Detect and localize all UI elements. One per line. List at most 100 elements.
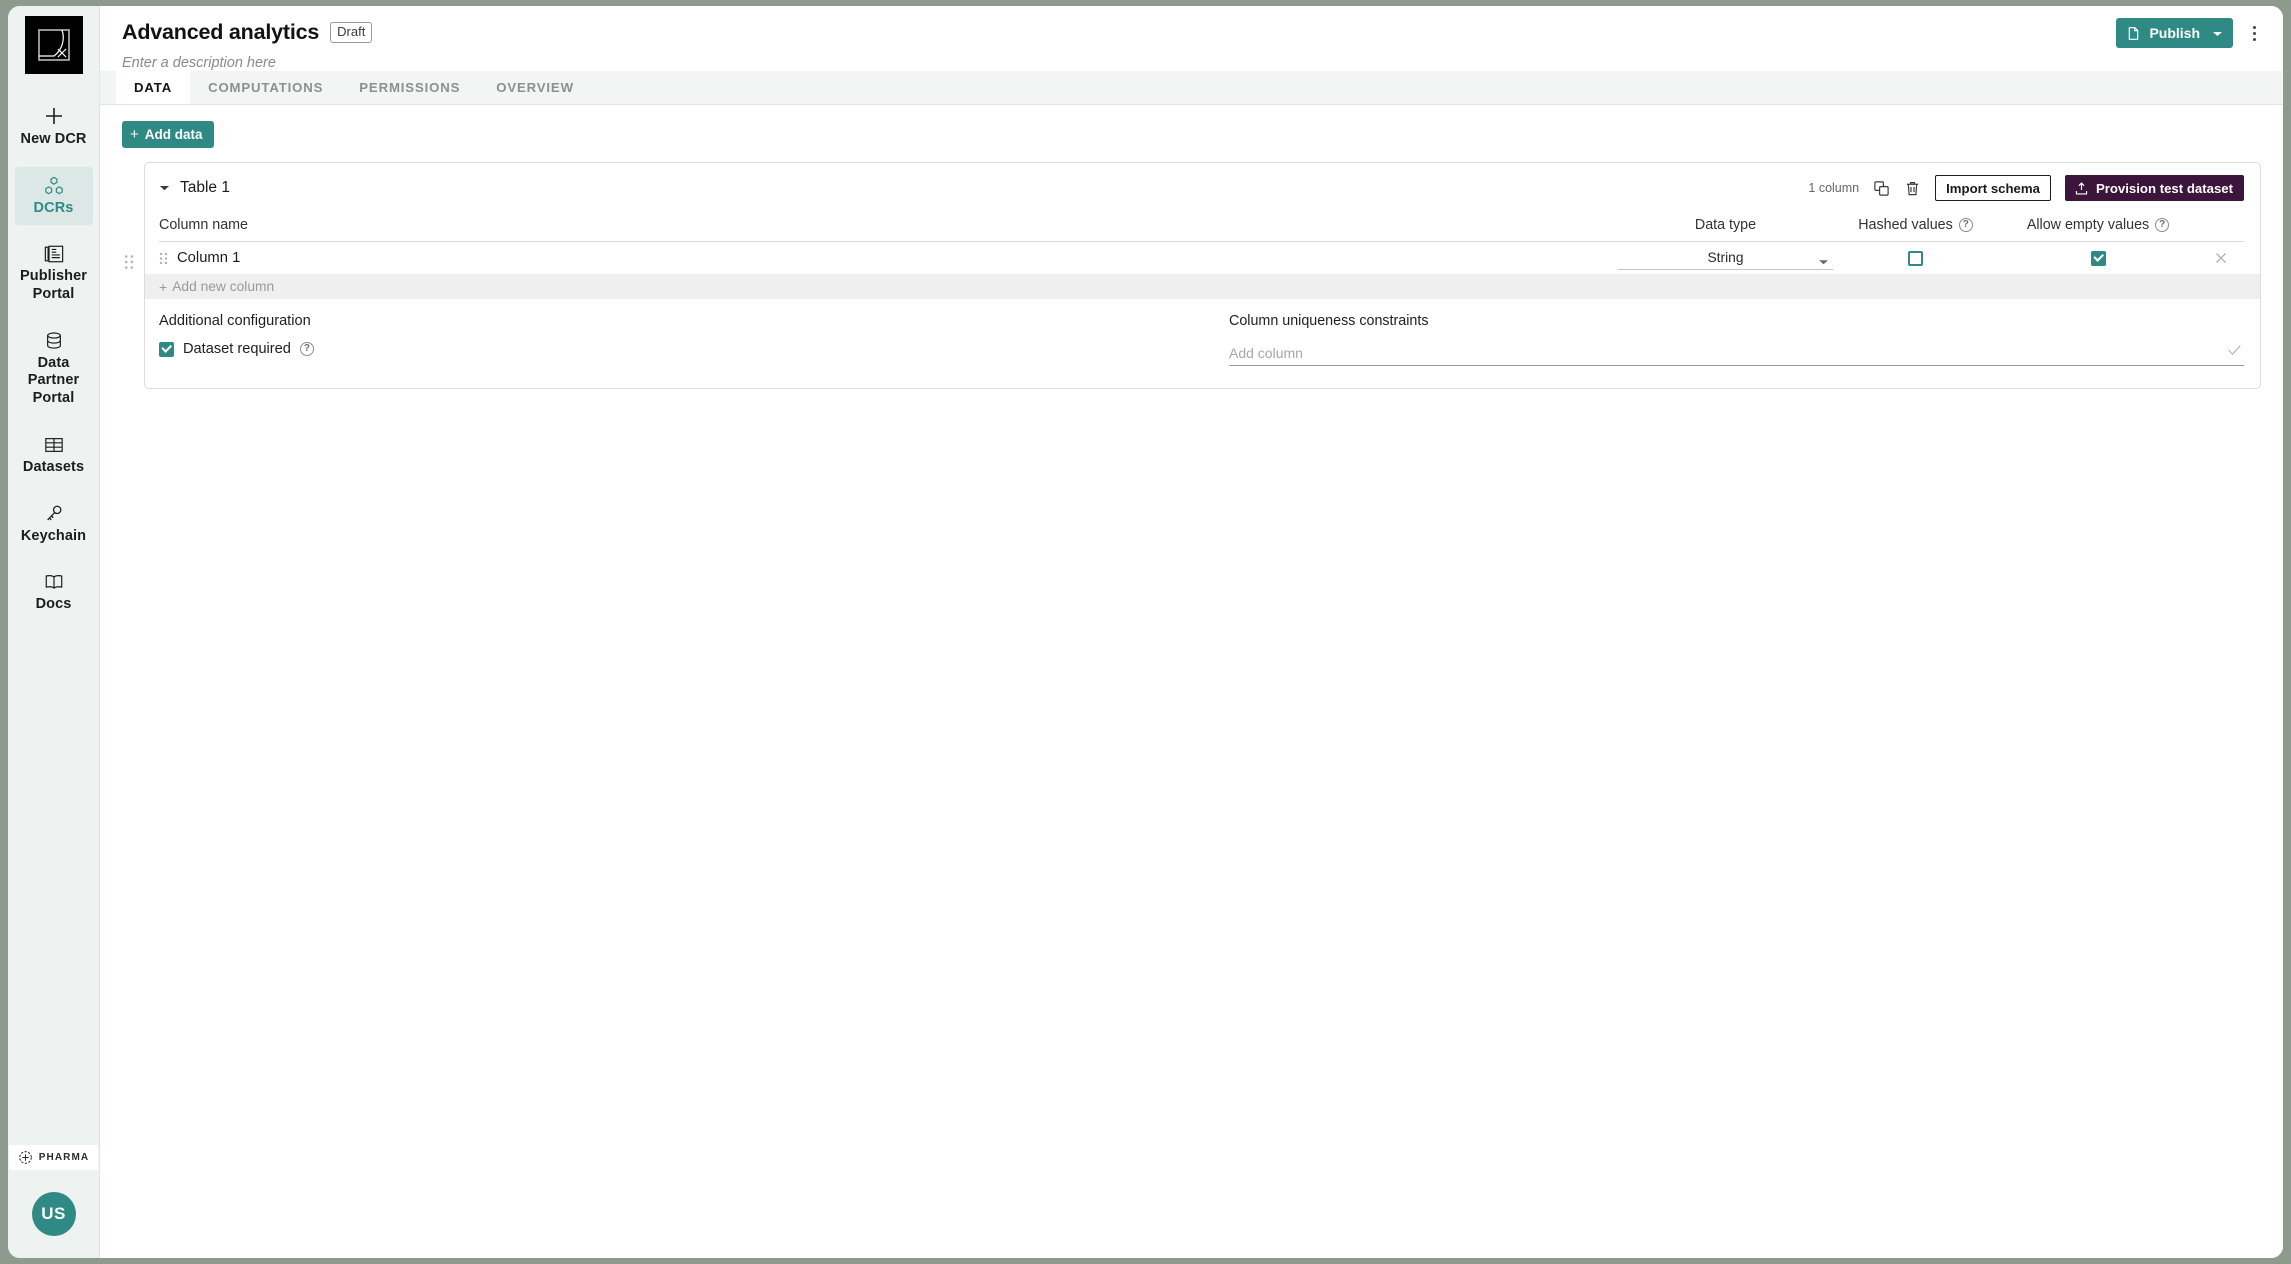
hashed-values-checkbox[interactable]	[1908, 250, 1923, 266]
table-name[interactable]: Table 1	[180, 179, 230, 197]
sidebar-item-datasets[interactable]: Datasets	[15, 426, 93, 485]
drag-handle-icon	[124, 255, 134, 269]
add-data-button-label: Add data	[144, 127, 203, 142]
sidebar-item-label: DCRs	[33, 199, 74, 216]
data-tab-content: + Add data Table 1 1 column Import schem…	[100, 105, 2283, 1258]
sidebar-item-label: Publisher Portal	[20, 268, 87, 303]
additional-configuration-section: Additional configuration Dataset require…	[145, 299, 2260, 388]
chevron-down-icon	[2212, 25, 2223, 41]
header-hashed-values-label: Hashed values	[1858, 217, 1953, 233]
plus-icon: +	[159, 278, 168, 295]
sidebar-item-docs[interactable]: Docs	[15, 563, 93, 622]
sidebar-item-new-dcr[interactable]: New DCR	[15, 96, 93, 157]
more-options-button[interactable]	[2243, 19, 2265, 47]
kebab-dot	[2252, 37, 2256, 41]
publish-button-label: Publish	[2149, 25, 2200, 41]
book-icon	[43, 572, 65, 592]
main-area: Advanced analytics Draft Enter a descrip…	[100, 6, 2283, 1258]
add-new-column-button[interactable]: + Add new column	[145, 274, 2260, 299]
sidebar-item-label: Datasets	[22, 458, 85, 475]
avatar-initials: US	[41, 1204, 66, 1223]
delete-column-button[interactable]	[2198, 251, 2244, 265]
database-icon	[43, 331, 65, 351]
org-badge: PHARMA	[8, 1145, 99, 1170]
drag-handle-icon[interactable]	[159, 252, 168, 265]
table-card-header: Table 1 1 column Import schema Provision…	[145, 175, 2260, 201]
close-x-icon	[2216, 253, 2226, 263]
sidebar-item-publisher-portal[interactable]: Publisher Portal	[15, 235, 93, 311]
add-data-button[interactable]: + Add data	[122, 121, 214, 148]
table-card-actions: 1 column Import schema Provision test da…	[1808, 175, 2244, 201]
check-icon	[2228, 345, 2241, 356]
kebab-dot	[2252, 25, 2256, 29]
publish-button[interactable]: Publish	[2116, 18, 2233, 48]
data-type-select[interactable]: String	[1618, 246, 1833, 270]
tab-bar: DATA COMPUTATIONS PERMISSIONS OVERVIEW	[100, 70, 2283, 105]
sidebar-item-dcrs[interactable]: DCRs	[14, 166, 93, 226]
app-logo[interactable]	[24, 16, 83, 74]
provision-test-dataset-button[interactable]: Provision test dataset	[2064, 175, 2244, 201]
data-type-value: String	[1707, 250, 1744, 265]
table-grid-icon	[43, 435, 65, 455]
table-drag-handle[interactable]	[124, 254, 134, 275]
plus-icon: +	[130, 126, 139, 143]
add-column-input[interactable]	[1229, 345, 2244, 361]
kebab-dot	[2252, 31, 2256, 35]
sidebar-item-label: Docs	[35, 596, 72, 613]
sidebar-item-keychain[interactable]: Keychain	[15, 495, 93, 554]
delete-table-button[interactable]	[1904, 180, 1921, 197]
provision-button-label: Provision test dataset	[2095, 180, 2233, 196]
header-data-type: Data type	[1694, 217, 1757, 233]
column-uniqueness-section: Column uniqueness constraints	[1229, 313, 2244, 366]
help-circle-icon[interactable]: ?	[299, 342, 314, 356]
sidebar-footer: PHARMA US	[8, 1145, 99, 1236]
sidebar-item-data-partner-portal[interactable]: Data Partner Portal	[15, 322, 93, 416]
key-icon	[43, 504, 65, 524]
help-circle-icon[interactable]: ?	[1958, 218, 1973, 232]
status-badge: Draft	[330, 22, 373, 43]
page-title[interactable]: Advanced analytics	[122, 20, 319, 45]
add-new-column-label: Add new column	[172, 279, 275, 294]
tab-overview[interactable]: OVERVIEW	[478, 70, 592, 104]
sidebar-item-label: New DCR	[20, 131, 87, 147]
decentriq-logo-icon	[37, 29, 70, 61]
header-actions: Publish	[2116, 18, 2265, 48]
cubes-icon	[43, 176, 65, 196]
column-uniqueness-field	[1229, 341, 2244, 366]
allow-empty-values-checkbox[interactable]	[2090, 250, 2106, 266]
header-allow-empty-values: Allow empty values ?	[1998, 217, 2198, 233]
help-circle-icon[interactable]: ?	[2155, 218, 2170, 232]
table-card: Table 1 1 column Import schema Provision…	[144, 162, 2261, 389]
avatar[interactable]: US	[31, 1192, 76, 1236]
caret-down-icon[interactable]	[159, 184, 170, 192]
column-count-label: 1 column	[1808, 181, 1860, 195]
copy-icon	[1874, 180, 1889, 196]
schema-header-row: Column name Data type Hashed values ? Al…	[159, 217, 2244, 242]
plus-icon	[43, 105, 65, 127]
tab-computations[interactable]: COMPUTATIONS	[190, 70, 341, 104]
additional-configuration-left: Additional configuration Dataset require…	[159, 313, 1229, 366]
hashed-values-cell	[1833, 250, 1998, 266]
dataset-required-row: Dataset required ?	[159, 341, 1229, 357]
medical-cross-icon	[18, 1151, 32, 1164]
duplicate-table-button[interactable]	[1873, 180, 1890, 197]
sidebar-item-label: Keychain	[20, 527, 87, 544]
newspaper-icon	[43, 244, 65, 264]
row-column-name-cell: Column 1	[159, 250, 1618, 266]
sidebar-nav: New DCR DCRs Publisher Portal Data Partn…	[8, 96, 99, 632]
column-name-input[interactable]: Column 1	[177, 250, 240, 266]
dataset-required-checkbox[interactable]	[159, 341, 174, 357]
schema-editor: Column name Data type Hashed values ? Al…	[145, 217, 2260, 274]
sidebar-item-label: Data Partner Portal	[27, 354, 80, 407]
import-schema-button[interactable]: Import schema	[1935, 175, 2051, 201]
sidebar: New DCR DCRs Publisher Portal Data Partn…	[8, 6, 100, 1258]
page-header: Advanced analytics Draft Enter a descrip…	[100, 6, 2283, 71]
application-window: New DCR DCRs Publisher Portal Data Partn…	[8, 6, 2283, 1258]
tab-permissions[interactable]: PERMISSIONS	[341, 70, 478, 104]
header-allow-empty-values-label: Allow empty values	[2026, 217, 2150, 233]
table-row: Column 1 String	[159, 242, 2244, 274]
tab-data[interactable]: DATA	[116, 70, 191, 104]
confirm-uniqueness-button[interactable]	[2227, 343, 2242, 361]
caret-down-icon	[1818, 254, 1829, 269]
description-input[interactable]: Enter a description here	[122, 55, 2261, 71]
